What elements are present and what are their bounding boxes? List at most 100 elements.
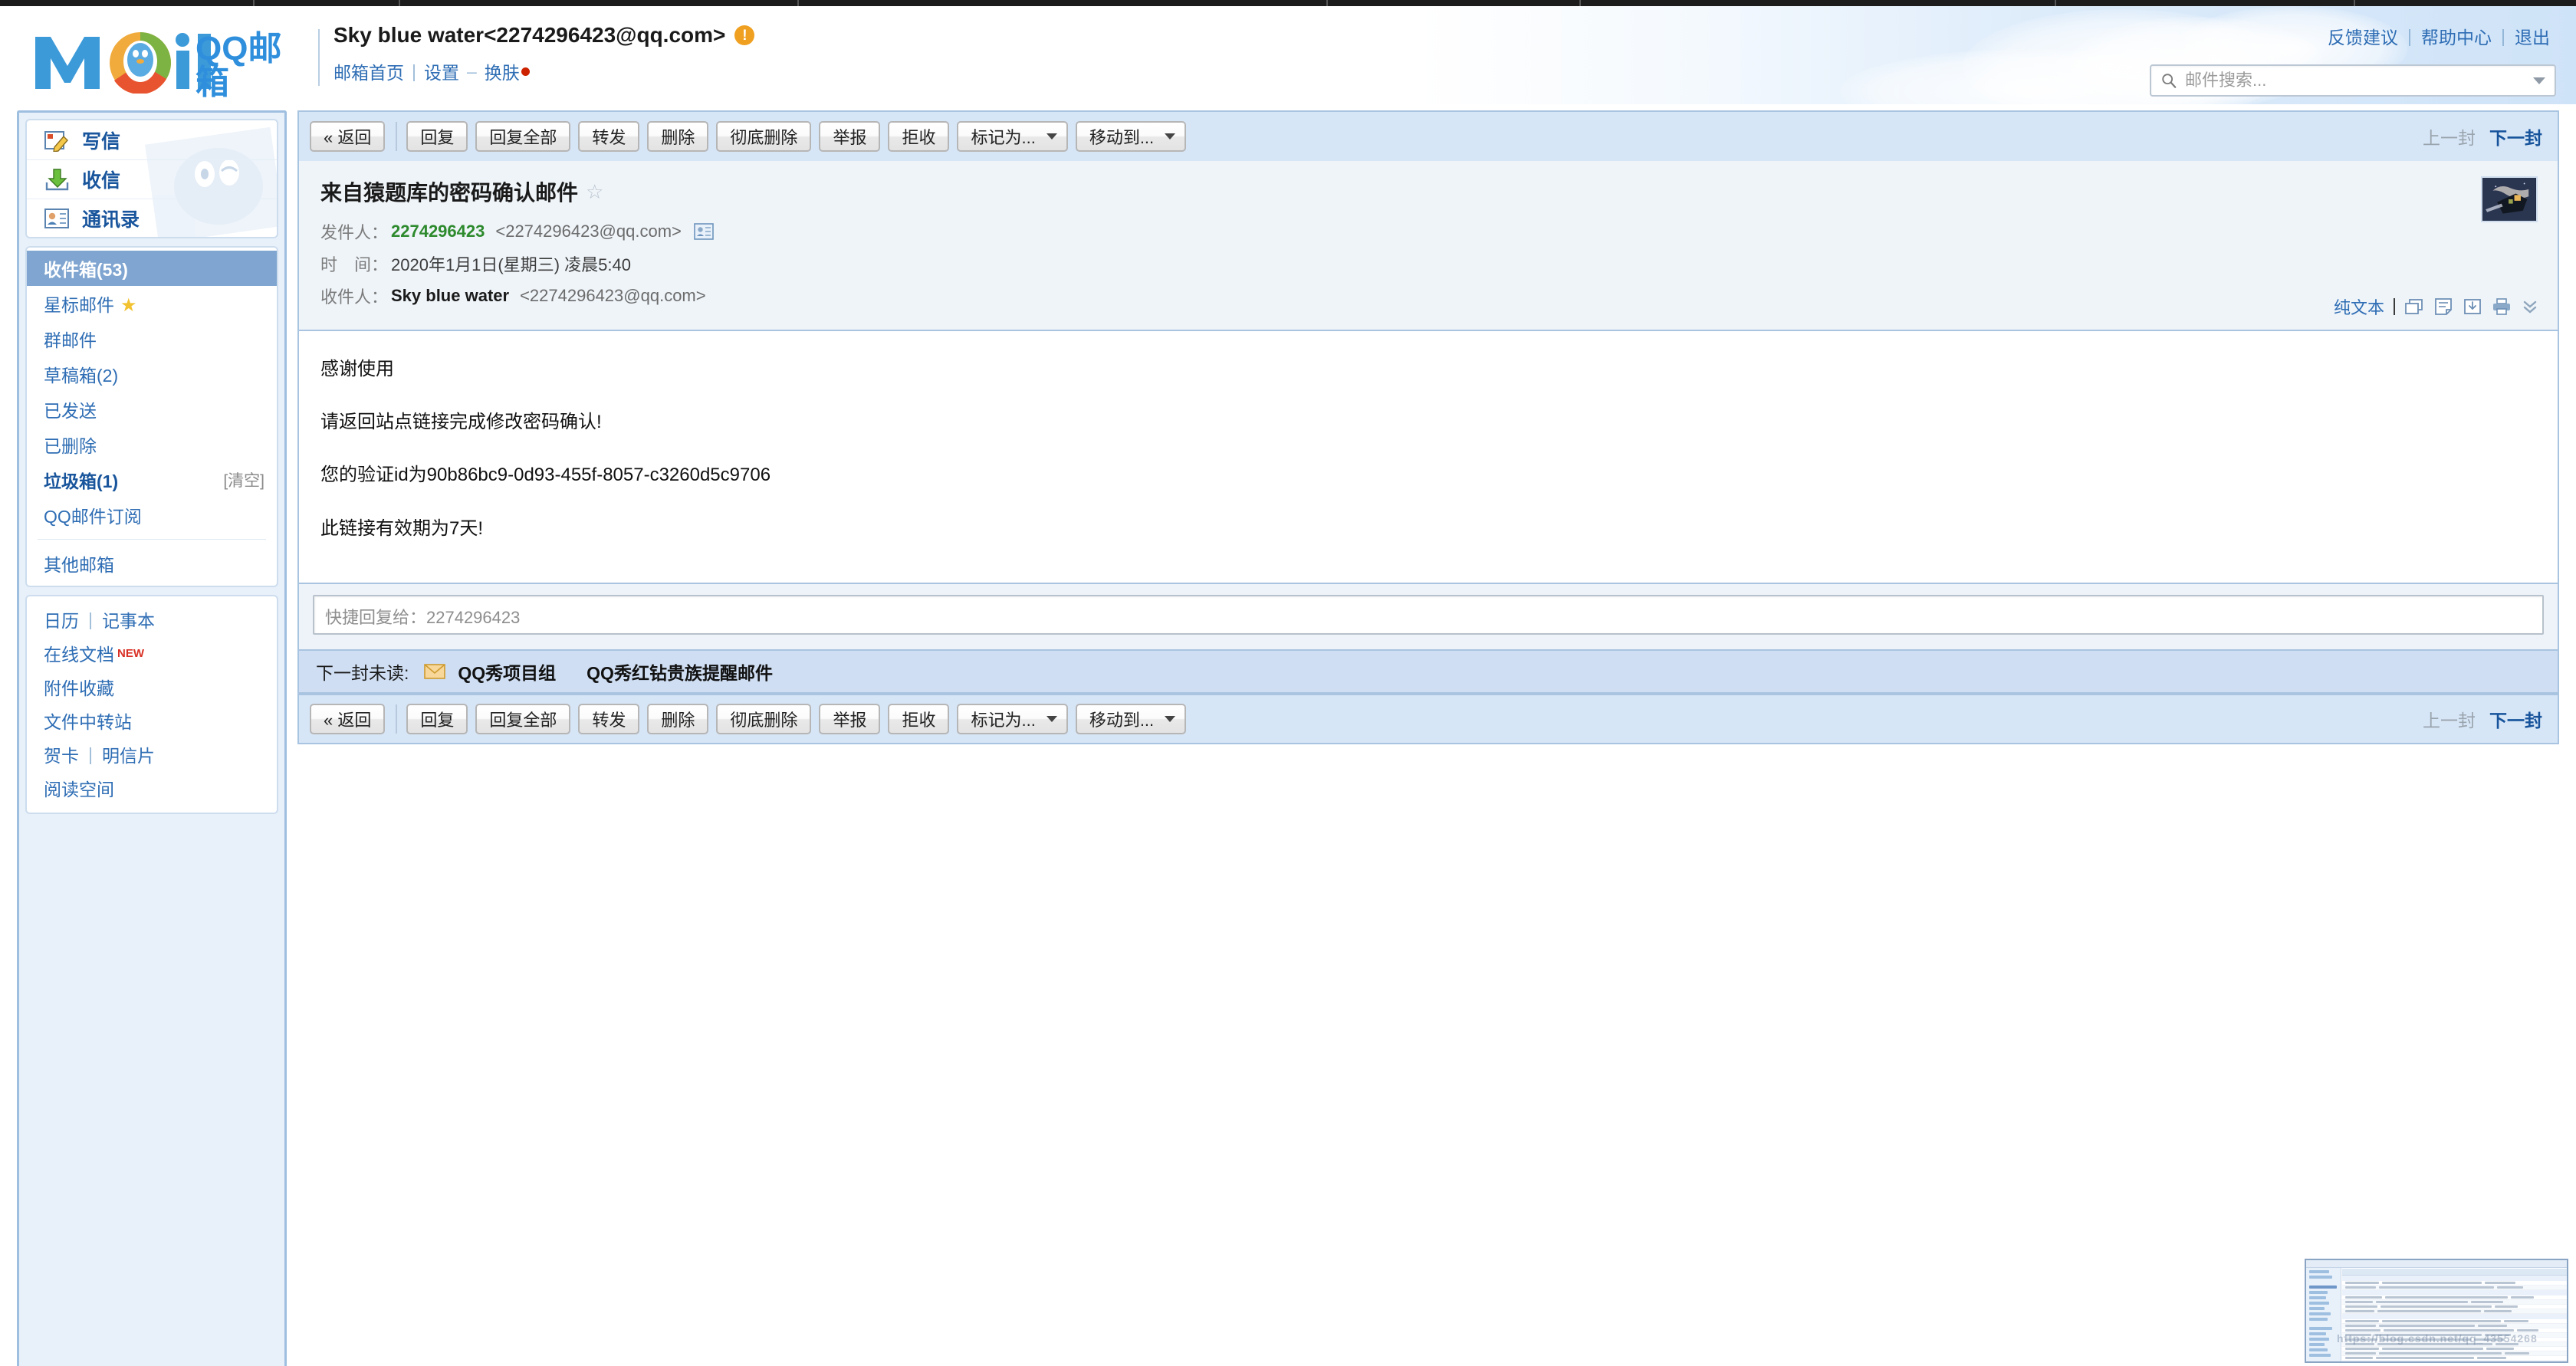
sender-avatar[interactable] bbox=[2481, 176, 2538, 222]
reject-button[interactable]: 拒收 bbox=[888, 121, 950, 152]
contacts-icon bbox=[44, 209, 69, 228]
mail-body-paragraph: 感谢使用 bbox=[320, 359, 394, 379]
sidebar-item-compose[interactable]: 写信 bbox=[27, 120, 277, 159]
greeting-card-link[interactable]: 贺卡 bbox=[44, 741, 79, 767]
postcard-link[interactable]: 明信片 bbox=[102, 741, 155, 767]
toolbar-separator bbox=[396, 704, 398, 734]
thumb-top-bar bbox=[2306, 1260, 2567, 1268]
delete-forever-button[interactable]: 彻底删除 bbox=[716, 121, 812, 152]
add-contact-card-icon[interactable] bbox=[694, 222, 714, 241]
sidebar-folder-subscriptions[interactable]: QQ邮件订阅 bbox=[27, 497, 277, 533]
next-unread-sender[interactable]: QQ秀项目组 bbox=[458, 658, 556, 685]
plain-text-link[interactable]: 纯文本 bbox=[2334, 294, 2384, 319]
sidebar-item-online-docs[interactable]: 在线文档 NEW bbox=[27, 636, 277, 670]
next-mail-link[interactable]: 下一封 bbox=[2489, 123, 2542, 149]
feedback-link[interactable]: 反馈建议 bbox=[2328, 23, 2398, 49]
from-name[interactable]: 2274296423 bbox=[391, 222, 485, 241]
delete-forever-button-bottom[interactable]: 彻底删除 bbox=[716, 704, 812, 734]
sidebar-item-receive[interactable]: 收信 bbox=[27, 159, 277, 199]
sidebar-item-reading-space[interactable]: 阅读空间 bbox=[27, 771, 277, 805]
next-mail-link-bottom[interactable]: 下一封 bbox=[2489, 706, 2542, 732]
warning-badge-icon[interactable]: ! bbox=[734, 25, 755, 45]
forward-button[interactable]: 转发 bbox=[578, 121, 640, 152]
mark-as-button[interactable]: 标记为... bbox=[957, 121, 1068, 152]
chevron-down-icon[interactable] bbox=[2533, 77, 2545, 84]
previous-mail-link[interactable]: 上一封 bbox=[2423, 123, 2476, 149]
next-unread-subject[interactable]: QQ秀红钻贵族提醒邮件 bbox=[586, 658, 773, 685]
quick-reply-input[interactable] bbox=[313, 595, 2544, 635]
from-address: <2274296423@qq.com> bbox=[495, 222, 682, 241]
previous-mail-link-bottom[interactable]: 上一封 bbox=[2423, 706, 2476, 732]
mail-navigation-bottom: 上一封 下一封 bbox=[2423, 706, 2542, 732]
expand-more-double-chevron-icon[interactable] bbox=[2521, 298, 2539, 315]
back-button[interactable]: « 返回 bbox=[310, 121, 386, 152]
sidebar-item-calendar-notes[interactable]: 日历 | 记事本 bbox=[27, 603, 277, 636]
main-content: « 返回 回复 回复全部 转发 删除 彻底删除 举报 拒收 标记为... 移动到… bbox=[297, 110, 2559, 1366]
sidebar-folder-deleted[interactable]: 已删除 bbox=[27, 427, 277, 462]
open-in-new-window-icon[interactable] bbox=[2404, 297, 2424, 316]
sidebar-folder-spam[interactable]: 垃圾箱(1) [清空] bbox=[27, 462, 277, 497]
sidebar-folder-other-mailbox[interactable]: 其他邮箱 bbox=[27, 546, 277, 581]
sidebar-actions-card: 写信 收信 通讯录 bbox=[25, 119, 278, 238]
sidebar-folder-group-mail[interactable]: 群邮件 bbox=[27, 321, 277, 356]
calendar-link[interactable]: 日历 bbox=[44, 606, 79, 632]
reject-button-bottom[interactable]: 拒收 bbox=[888, 704, 950, 734]
sidebar-item-contacts[interactable]: 通讯录 bbox=[27, 199, 277, 237]
to-label: 收件人： bbox=[320, 287, 389, 307]
forward-button-bottom[interactable]: 转发 bbox=[578, 704, 640, 734]
note-edit-icon[interactable] bbox=[2433, 297, 2453, 316]
search-input[interactable] bbox=[2183, 70, 2527, 91]
settings-link[interactable]: 设置 bbox=[424, 58, 459, 84]
reply-button[interactable]: 回复 bbox=[406, 121, 468, 152]
sidebar-item-label: 通讯录 bbox=[82, 209, 140, 231]
sidebar-folder-sent[interactable]: 已发送 bbox=[27, 392, 277, 427]
mail-time-row: 时 间： 2020年1月1日(星期三) 凌晨5:40 bbox=[320, 251, 2536, 276]
header-divider bbox=[318, 29, 320, 86]
sidebar-item-label: 收信 bbox=[82, 170, 121, 192]
sidebar-folder-starred[interactable]: 星标邮件 ★ bbox=[27, 286, 277, 321]
mail-header: 来自猿题库的密码确认邮件 ☆ 发件人： 2274296423 <22742964… bbox=[297, 161, 2559, 331]
qq-mail-logo[interactable]: QQ邮箱 mail.qq.com bbox=[31, 23, 314, 104]
mail-body-paragraph: 此链接有效期为7天! bbox=[320, 517, 484, 539]
delete-button[interactable]: 删除 bbox=[647, 121, 709, 152]
link-separator: | bbox=[2501, 25, 2505, 46]
sidebar-folder-drafts[interactable]: 草稿箱(2) bbox=[27, 356, 277, 392]
mark-as-button-bottom[interactable]: 标记为... bbox=[957, 704, 1068, 734]
folder-label: 已删除 bbox=[44, 436, 97, 456]
folder-label: 其他邮箱 bbox=[44, 555, 114, 575]
move-to-button[interactable]: 移动到... bbox=[1075, 121, 1187, 152]
move-to-button-bottom[interactable]: 移动到... bbox=[1075, 704, 1187, 734]
sidebar-item-attachment-favorites[interactable]: 附件收藏 bbox=[27, 670, 277, 704]
back-button-bottom[interactable]: « 返回 bbox=[310, 704, 386, 734]
report-button[interactable]: 举报 bbox=[819, 121, 881, 152]
receive-icon bbox=[45, 169, 69, 191]
page-header: QQ邮箱 mail.qq.com Sky blue water<22742964… bbox=[0, 6, 2576, 104]
reply-all-button[interactable]: 回复全部 bbox=[475, 121, 571, 152]
to-name: Sky blue water bbox=[391, 286, 510, 305]
sidebar-item-file-transfer[interactable]: 文件中转站 bbox=[27, 704, 277, 737]
delete-button-bottom[interactable]: 删除 bbox=[647, 704, 709, 734]
mailbox-home-link[interactable]: 邮箱首页 bbox=[334, 58, 404, 84]
star-toggle-icon[interactable]: ☆ bbox=[586, 180, 603, 204]
time-value: 2020年1月1日(星期三) 凌晨5:40 bbox=[391, 255, 631, 274]
time-label: 时 间： bbox=[320, 255, 389, 274]
skin-link[interactable]: 换肤 bbox=[485, 58, 520, 84]
report-button-bottom[interactable]: 举报 bbox=[819, 704, 881, 734]
reply-button-bottom[interactable]: 回复 bbox=[406, 704, 468, 734]
search-box[interactable] bbox=[2150, 64, 2556, 97]
clear-spam-link[interactable]: [清空] bbox=[223, 468, 264, 491]
chevron-down-icon bbox=[1046, 133, 1057, 140]
sidebar-folder-inbox[interactable]: 收件箱(53) bbox=[27, 251, 277, 286]
logout-link[interactable]: 退出 bbox=[2515, 23, 2550, 49]
sidebar-item-cards-postcards[interactable]: 贺卡 | 明信片 bbox=[27, 737, 277, 771]
folder-label: 群邮件 bbox=[44, 330, 97, 350]
save-download-icon[interactable] bbox=[2463, 297, 2482, 316]
corner-preview-thumbnail[interactable]: https://blog.csdn.net/qq_43554268 bbox=[2305, 1259, 2568, 1363]
help-center-link[interactable]: 帮助中心 bbox=[2421, 23, 2492, 49]
print-icon[interactable] bbox=[2492, 297, 2512, 316]
folder-label: 已发送 bbox=[44, 401, 97, 421]
mail-subject-row: 来自猿题库的密码确认邮件 ☆ bbox=[320, 176, 2536, 207]
reply-all-button-bottom[interactable]: 回复全部 bbox=[475, 704, 571, 734]
notes-link[interactable]: 记事本 bbox=[102, 606, 155, 632]
link-separator: | bbox=[88, 609, 93, 629]
